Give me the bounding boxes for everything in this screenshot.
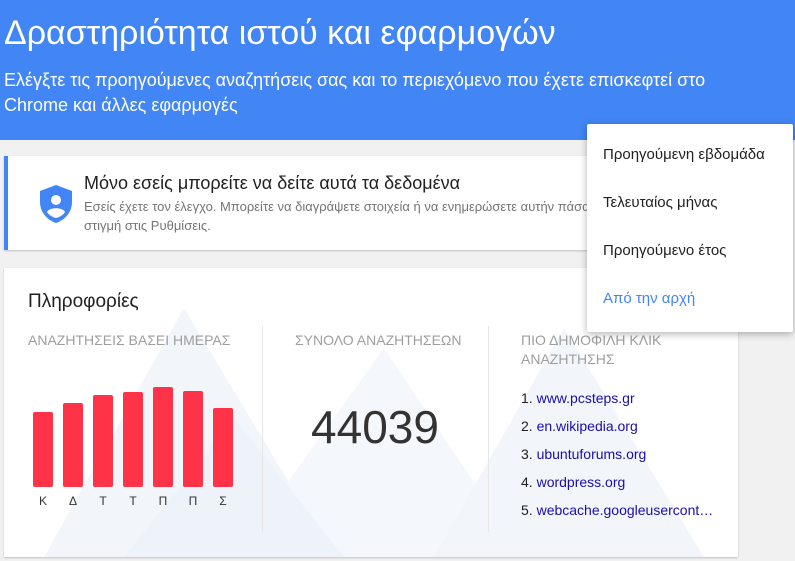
total-searches-label: ΣΥΝΟΛΟ ΑΝΑΖΗΤΗΣΕΩΝ: [295, 332, 462, 348]
list-item: 4. wordpress.org: [521, 474, 713, 502]
day-bar: [183, 391, 203, 487]
top-clicks-list: 1. www.pcsteps.gr 2. en.wikipedia.org 3.…: [521, 390, 713, 530]
day-tick-label: Π: [159, 494, 168, 508]
top-click-link[interactable]: wordpress.org: [537, 474, 626, 490]
searches-by-day-chart: ΚΔΤΤΠΠΣ: [33, 387, 233, 508]
day-bar: [63, 403, 83, 487]
list-item: 5. webcache.googleusercont…: [521, 502, 713, 530]
top-click-link[interactable]: webcache.googleusercont…: [537, 502, 714, 518]
top-click-link[interactable]: www.pcsteps.gr: [537, 390, 635, 406]
day-bar: [33, 412, 53, 487]
menu-item-last-week[interactable]: Προηγούμενη εβδομάδα: [603, 146, 765, 163]
rank-number: 1.: [521, 390, 533, 406]
rank-number: 5.: [521, 502, 533, 518]
day-bar: [123, 392, 143, 487]
column-divider: [488, 326, 489, 532]
day-tick-label: Τ: [99, 494, 107, 508]
page-subtitle: Ελέγξτε τις προηγούμενες αναζητήσεις σας…: [4, 70, 706, 115]
top-click-link[interactable]: en.wikipedia.org: [537, 418, 638, 434]
day-bar: [93, 395, 113, 487]
menu-item-last-month[interactable]: Τελευταίος μήνας: [603, 194, 717, 211]
menu-item-last-year[interactable]: Προηγούμενο έτος: [603, 242, 726, 259]
day-tick-label: Τ: [129, 494, 137, 508]
day-tick-label: Π: [189, 494, 198, 508]
list-item: 3. ubuntuforums.org: [521, 446, 713, 474]
top-clicks-label: ΠΙΟ ΔΗΜΟΦΙΛΗ ΚΛΙΚ ΑΝΑΖΗΤΗΣΗΣ: [521, 332, 662, 367]
privacy-text: Εσείς έχετε τον έλεγχο. Μπορείτε να διαγ…: [84, 199, 590, 233]
list-item: 1. www.pcsteps.gr: [521, 390, 713, 418]
rank-number: 2.: [521, 418, 533, 434]
rank-number: 4.: [521, 474, 533, 490]
privacy-title: Μόνο εσείς μπορείτε να δείτε αυτά τα δεδ…: [84, 173, 461, 193]
rank-number: 3.: [521, 446, 533, 462]
total-searches-count: 44039: [311, 401, 439, 453]
page-header: Δραστηριότητα ιστού και εφαρμογών Ελέγξτ…: [0, 0, 795, 140]
menu-item-all-time[interactable]: Από την αρχή: [603, 290, 695, 307]
shield-icon: [40, 185, 72, 223]
day-tick-label: Δ: [69, 494, 77, 508]
page-title: Δραστηριότητα ιστού και εφαρμογών: [4, 14, 556, 52]
day-tick-label: Κ: [39, 494, 47, 508]
time-range-dropdown-menu: Προηγούμενη εβδομάδα Τελευταίος μήνας Πρ…: [587, 124, 793, 332]
day-bar: [213, 408, 233, 487]
searches-by-day-label: ΑΝΑΖΗΤΗΣΕΙΣ ΒΑΣΕΙ ΗΜΕΡΑΣ: [28, 332, 231, 348]
list-item: 2. en.wikipedia.org: [521, 418, 713, 446]
day-bar: [153, 387, 173, 487]
day-tick-label: Σ: [219, 494, 226, 508]
top-click-link[interactable]: ubuntuforums.org: [537, 446, 647, 462]
info-title: Πληροφορίες: [28, 291, 139, 312]
